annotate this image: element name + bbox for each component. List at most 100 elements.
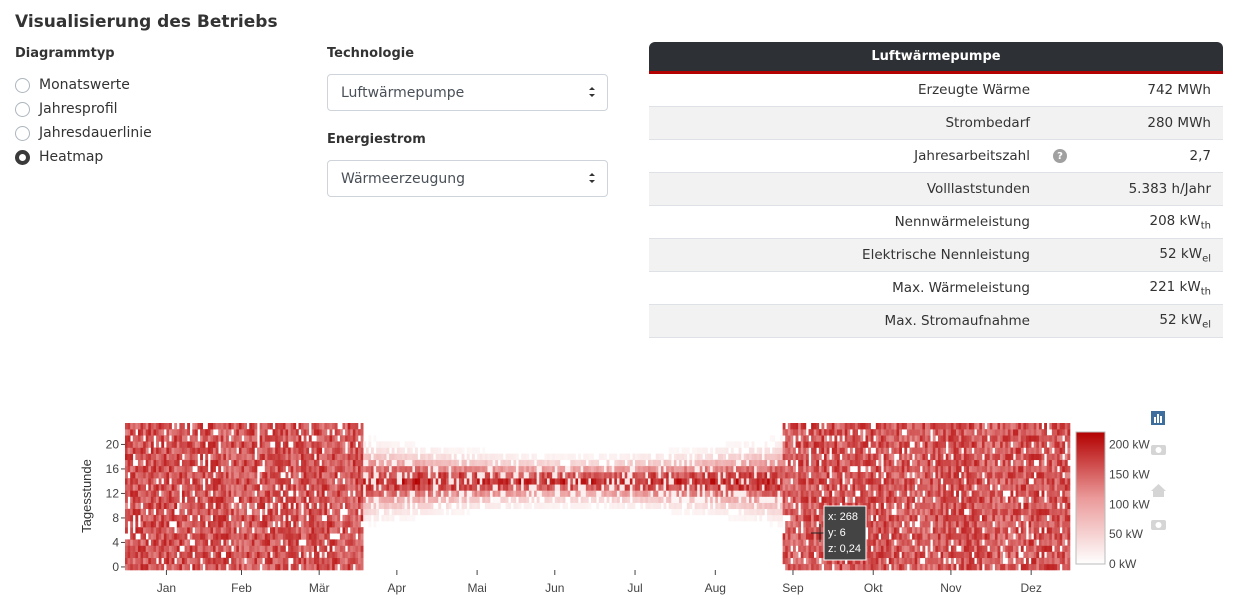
heatmap-cell <box>158 527 162 534</box>
heatmap-cell <box>150 502 154 510</box>
heatmap-cell <box>174 514 178 522</box>
heatmap-cell <box>181 447 185 454</box>
radio-circle[interactable] <box>15 149 30 165</box>
heatmap-cell <box>140 441 144 448</box>
heatmap-cell <box>210 521 214 528</box>
heatmap-cell <box>197 478 201 485</box>
radio-heatmap[interactable]: Heatmap <box>15 145 152 169</box>
heatmap-cell <box>132 490 136 497</box>
heatmap-cell <box>158 429 162 436</box>
heatmap-cell <box>332 453 336 461</box>
heatmap-cell <box>238 521 242 528</box>
heatmap-cell <box>440 453 444 461</box>
heatmap-cell <box>275 447 279 454</box>
heatmap-cell <box>782 459 786 467</box>
heatmap-cell <box>244 459 247 467</box>
heatmap-cell <box>743 441 747 448</box>
heatmap-cell <box>285 453 289 461</box>
heatmap-cell <box>888 508 892 516</box>
heatmap-cell <box>780 447 783 454</box>
heatmap-cell <box>285 478 289 485</box>
heatmap-cell <box>482 490 486 497</box>
heatmap-cell <box>692 459 695 467</box>
heatmap-cell <box>668 502 672 510</box>
heatmap-cell <box>425 459 429 467</box>
heatmap-cell <box>301 490 304 497</box>
heatmap-cell <box>720 472 724 479</box>
heatmap-cell <box>350 539 354 546</box>
heatmap-cell <box>228 521 232 528</box>
radio-circle[interactable] <box>15 77 30 93</box>
technology-select[interactable]: Luftwärmepumpe <box>327 74 608 111</box>
heatmap-cell <box>251 545 255 552</box>
heatmap-cell <box>246 478 250 485</box>
heatmap-cell <box>259 441 263 448</box>
heatmap-cell <box>622 484 625 491</box>
heatmap-cell <box>148 465 152 473</box>
heatmap-cell <box>319 496 323 503</box>
heatmap-cell <box>350 472 354 479</box>
heatmap-cell <box>557 502 561 510</box>
heatmap-cell <box>207 484 211 491</box>
heatmap-cell <box>572 502 576 510</box>
heatmap-cell <box>870 557 874 565</box>
heatmap-cell <box>174 435 178 442</box>
heatmap-cell <box>919 508 923 516</box>
heatmap-svg[interactable]: 048121620Jan Feb Mär Apr Mai Jun Jul Aug Sep Okt N… <box>0 400 1245 614</box>
heatmap-cell <box>826 447 830 454</box>
heatmap-cell <box>925 435 928 442</box>
heatmap-cell <box>811 533 814 540</box>
heatmap-cell <box>337 459 341 467</box>
radio-circle[interactable] <box>15 125 30 141</box>
heatmap-cell <box>161 514 165 522</box>
heatmap-cell <box>953 441 957 448</box>
heatmap-cell <box>137 484 141 491</box>
heatmap-cell <box>919 502 923 510</box>
heatmap-cell <box>780 441 783 448</box>
radio-circle[interactable] <box>15 101 30 117</box>
heatmap-cell <box>547 484 550 491</box>
heatmap-cell <box>896 563 900 571</box>
heatmap-cell <box>324 502 328 510</box>
heatmap-cell <box>163 539 167 546</box>
heatmap-cell <box>383 502 387 510</box>
heatmap-cell <box>500 465 504 473</box>
heatmap-cell <box>935 423 939 430</box>
heatmap-cell <box>269 521 273 528</box>
heatmap-cell <box>824 496 827 503</box>
heatmap-cell <box>865 496 869 503</box>
help-icon[interactable]: ? <box>1053 149 1067 163</box>
heatmap-cell <box>904 502 908 510</box>
info-value-sub: th <box>1200 220 1211 232</box>
energy-flow-select[interactable]: Wärmeerzeugung <box>327 160 608 197</box>
radio-jahresdauerlinie[interactable]: Jahresdauerlinie <box>15 121 152 145</box>
heatmap-cell <box>189 472 193 479</box>
radio-jahresprofil[interactable]: Jahresprofil <box>15 97 152 121</box>
heatmap-cell <box>922 533 926 540</box>
heatmap-cell <box>927 508 931 516</box>
heatmap-cell <box>200 447 203 454</box>
heatmap-cell <box>202 472 206 479</box>
heatmap-cell <box>285 472 289 479</box>
heatmap-cell <box>376 459 380 467</box>
heatmap-cell <box>684 508 688 516</box>
heatmap-cell <box>811 557 814 565</box>
heatmap-cell <box>161 496 165 503</box>
heatmap-cell <box>171 465 175 473</box>
heatmap-cell <box>471 459 475 467</box>
heatmap-cell <box>179 502 183 510</box>
heatmap-cell <box>932 447 936 454</box>
heatmap-cell <box>697 447 701 454</box>
heatmap-cell <box>370 502 374 510</box>
heatmap-cell <box>531 453 535 461</box>
heatmap-cell <box>194 508 198 516</box>
heatmap-cell <box>326 453 330 461</box>
heatmap-cell <box>207 447 211 454</box>
radio-monatswerte[interactable]: Monatswerte <box>15 73 152 97</box>
heatmap-cell <box>373 484 377 491</box>
heatmap-cell <box>301 521 304 528</box>
heatmap-chart[interactable]: 0 4 8 12 16 20 Jan Feb Mär Apr Mai Jun Jul Aug Sep Okt N… <box>0 400 1245 614</box>
heatmap-cell <box>130 551 134 559</box>
heatmap-cell <box>233 508 237 516</box>
heatmap-cell <box>218 551 222 559</box>
